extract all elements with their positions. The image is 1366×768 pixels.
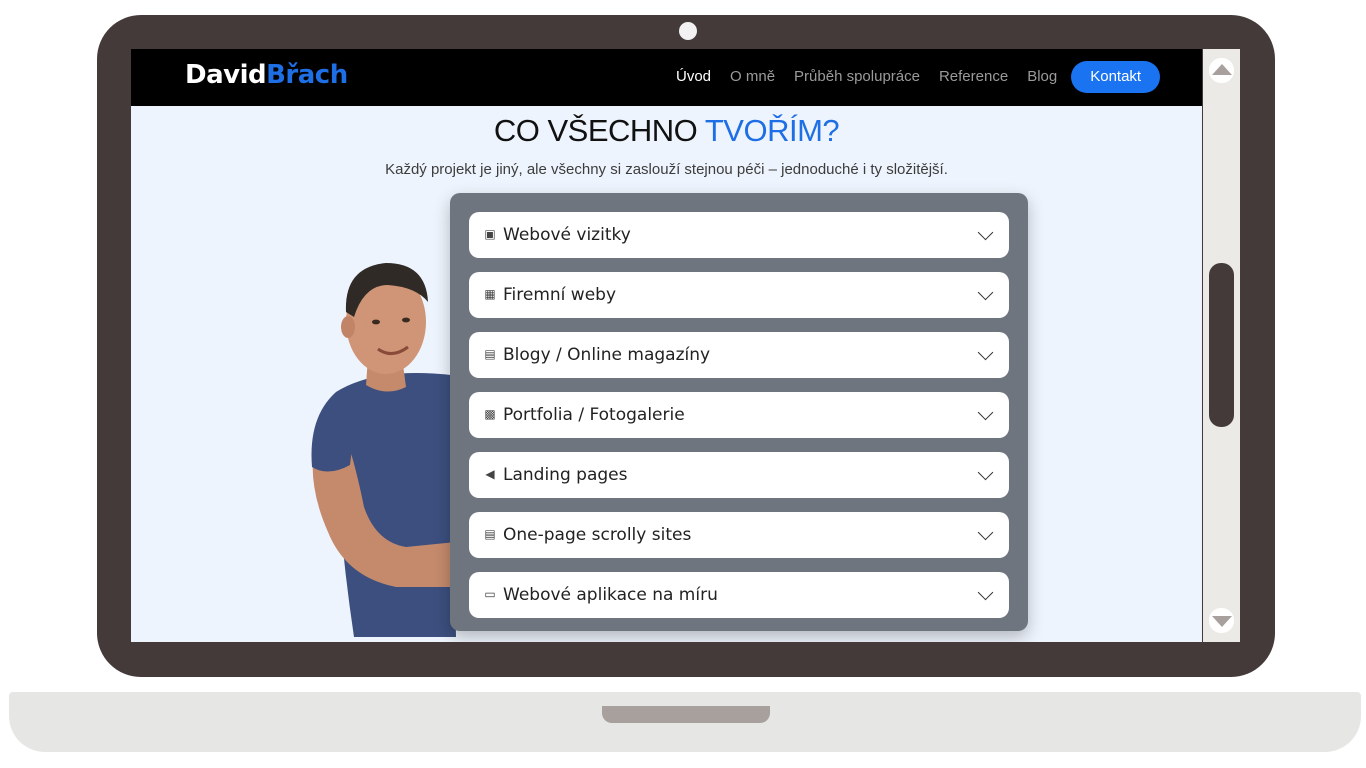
accordion-label: Blogy / Online magazíny: [503, 345, 711, 365]
scroll-up-arrow-icon[interactable]: [1209, 58, 1234, 83]
author-photo: [311, 263, 456, 637]
logo-first-name: David: [185, 60, 267, 90]
top-navbar: DavidBřach Úvod O mně Průběh spolupráce …: [131, 49, 1202, 106]
nav-menu: Úvod O mně Průběh spolupráce Reference B…: [676, 61, 1161, 93]
accordion-item-webove-aplikace[interactable]: ▭ Webové aplikace na míru: [469, 572, 1009, 618]
newspaper-icon: ▤: [484, 347, 496, 361]
chevron-down-icon: [977, 464, 994, 481]
chevron-down-icon: [977, 344, 994, 361]
accordion-label: One-page scrolly sites: [503, 525, 692, 545]
accordion-item-landing-pages[interactable]: ◀ Landing pages: [469, 452, 1009, 498]
scrollbar-thumb[interactable]: [1209, 263, 1234, 427]
chevron-down-icon: [977, 524, 994, 541]
contact-button[interactable]: Kontakt: [1071, 61, 1161, 93]
accordion-item-webove-vizitky[interactable]: ▣ Webové vizitky: [469, 212, 1009, 258]
accordion-label: Portfolia / Fotogalerie: [503, 405, 685, 425]
nav-link-blog[interactable]: Blog: [1027, 61, 1057, 93]
nav-link-uvod[interactable]: Úvod: [676, 61, 711, 93]
id-card-icon: ▣: [484, 227, 496, 241]
chevron-down-icon: [977, 284, 994, 301]
accordion-label: Firemní weby: [503, 285, 617, 305]
vertical-scrollbar[interactable]: [1203, 49, 1240, 642]
site-logo[interactable]: DavidBřach: [185, 57, 348, 93]
services-accordion: ▣ Webové vizitky ▦ Firemní weby ▤ Blogy …: [450, 193, 1028, 631]
image-icon: ▩: [484, 407, 496, 421]
section-title: CO VŠECHNO TVOŘÍM?: [131, 113, 1202, 149]
section-title-main: CO VŠECHNO: [493, 113, 705, 148]
nav-link-reference[interactable]: Reference: [939, 61, 1008, 93]
chevron-down-icon: [977, 224, 994, 241]
scroll-down-arrow-icon[interactable]: [1209, 608, 1234, 633]
nav-link-prubeh-spoluprace[interactable]: Průběh spolupráce: [794, 61, 920, 93]
accordion-label: Webové vizitky: [503, 225, 631, 245]
accordion-label: Landing pages: [503, 465, 628, 485]
camera-dot: [679, 22, 697, 40]
nav-link-o-mne[interactable]: O mně: [730, 61, 775, 93]
chevron-down-icon: [977, 584, 994, 601]
logo-last-name: Břach: [266, 60, 348, 90]
accordion-item-portfolia[interactable]: ▩ Portfolia / Fotogalerie: [469, 392, 1009, 438]
accordion-item-firemni-weby[interactable]: ▦ Firemní weby: [469, 272, 1009, 318]
accordion-item-blogy[interactable]: ▤ Blogy / Online magazíny: [469, 332, 1009, 378]
megaphone-icon: ◀: [485, 467, 495, 481]
chevron-down-icon: [977, 404, 994, 421]
accordion-item-one-page[interactable]: ▤ One-page scrolly sites: [469, 512, 1009, 558]
laptop-notch: [602, 706, 770, 723]
section-title-accent: TVOŘÍM?: [704, 113, 840, 148]
laptop-icon: ▭: [484, 587, 496, 601]
section-subtitle: Každý projekt je jiný, ale všechny si za…: [385, 161, 948, 178]
scroll-icon: ▤: [484, 527, 496, 541]
accordion-label: Webové aplikace na míru: [503, 585, 718, 605]
browser-viewport: DavidBřach Úvod O mně Průběh spolupráce …: [131, 49, 1202, 642]
building-icon: ▦: [484, 287, 496, 301]
